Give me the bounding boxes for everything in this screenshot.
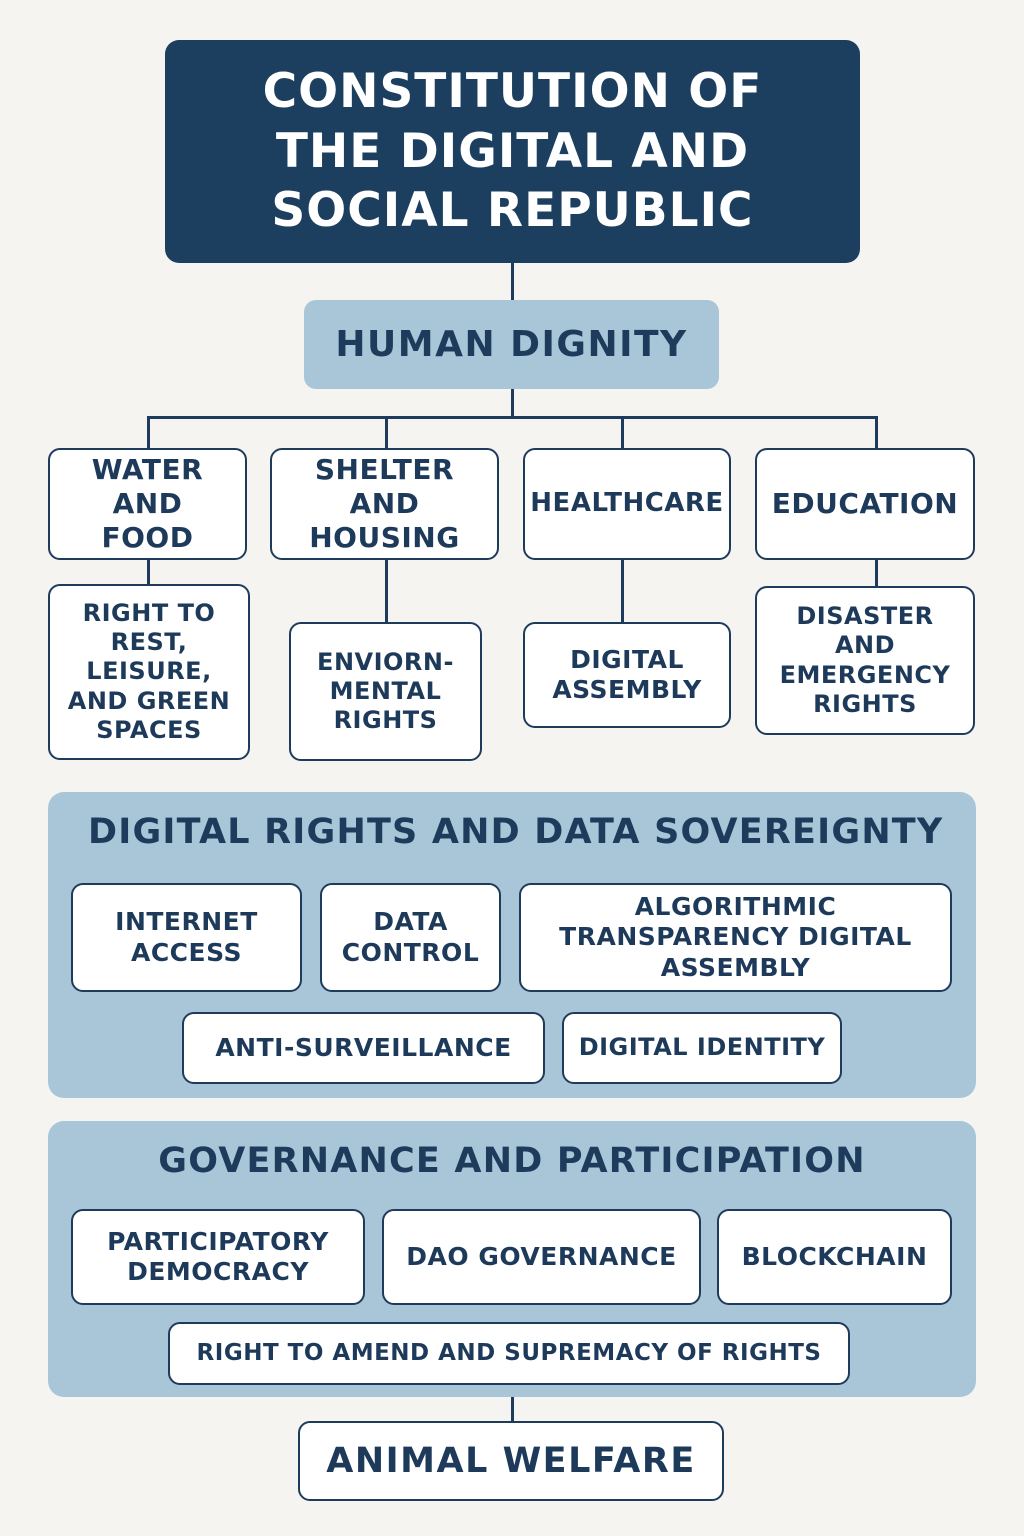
blockchain-box: BLOCKCHAIN	[717, 1209, 952, 1305]
pillar-shelter-and-housing: SHELTER AND HOUSING	[270, 448, 499, 560]
connector-dignity-down	[511, 388, 514, 418]
connector-pillar-4-child	[875, 558, 878, 588]
pillar-water-and-food: WATER AND FOOD	[48, 448, 247, 560]
governance-title: GOVERNANCE AND PARTICIPATION	[158, 1141, 866, 1181]
digital-rights-title: DIGITAL RIGHTS AND DATA SOVEREIGNTY	[88, 812, 944, 852]
connector-title-dignity	[511, 262, 514, 300]
connector-to-pillar-4	[875, 416, 878, 450]
child-digital-assembly: DIGITAL ASSEMBLY	[523, 622, 731, 728]
child-disaster-emergency-rights: DISASTER AND EMERGENCY RIGHTS	[755, 586, 975, 735]
human-dignity-node: HUMAN DIGNITY	[304, 300, 719, 389]
pillar-healthcare: HEALTHCARE	[523, 448, 731, 560]
participatory-democracy-box: PARTICIPATORY DEMOCRACY	[71, 1209, 365, 1305]
internet-access-box: INTERNET ACCESS	[71, 883, 302, 992]
anti-surveillance-box: ANTI-SURVEILLANCE	[182, 1012, 545, 1084]
connector-to-pillar-3	[621, 416, 624, 450]
connector-governance-footer	[511, 1396, 514, 1422]
connector-to-pillar-2	[385, 416, 388, 450]
child-rest-leisure-green-spaces: RIGHT TO REST, LEISURE, AND GREEN SPACES	[48, 584, 250, 760]
connector-pillar-2-child	[385, 558, 388, 624]
data-control-box: DATA CONTROL	[320, 883, 501, 992]
connector-pillar-3-child	[621, 558, 624, 624]
right-to-amend-box: RIGHT TO AMEND AND SUPREMACY OF RIGHTS	[168, 1322, 850, 1385]
digital-identity-box: DIGITAL IDENTITY	[562, 1012, 842, 1084]
connector-horizontal	[147, 416, 878, 419]
dao-governance-box: DAO GOVERNANCE	[382, 1209, 701, 1305]
connector-pillar-1-child	[147, 558, 150, 586]
algorithmic-transparency-box: ALGORITHMIC TRANSPARENCY DIGITAL ASSEMBL…	[519, 883, 952, 992]
animal-welfare-box: ANIMAL WELFARE	[298, 1421, 724, 1501]
pillar-education: EDUCATION	[755, 448, 975, 560]
connector-to-pillar-1	[147, 416, 150, 450]
child-environmental-rights: ENVIORN- MENTAL RIGHTS	[289, 622, 482, 761]
diagram-title: CONSTITUTION OF THE DIGITAL AND SOCIAL R…	[165, 40, 860, 263]
